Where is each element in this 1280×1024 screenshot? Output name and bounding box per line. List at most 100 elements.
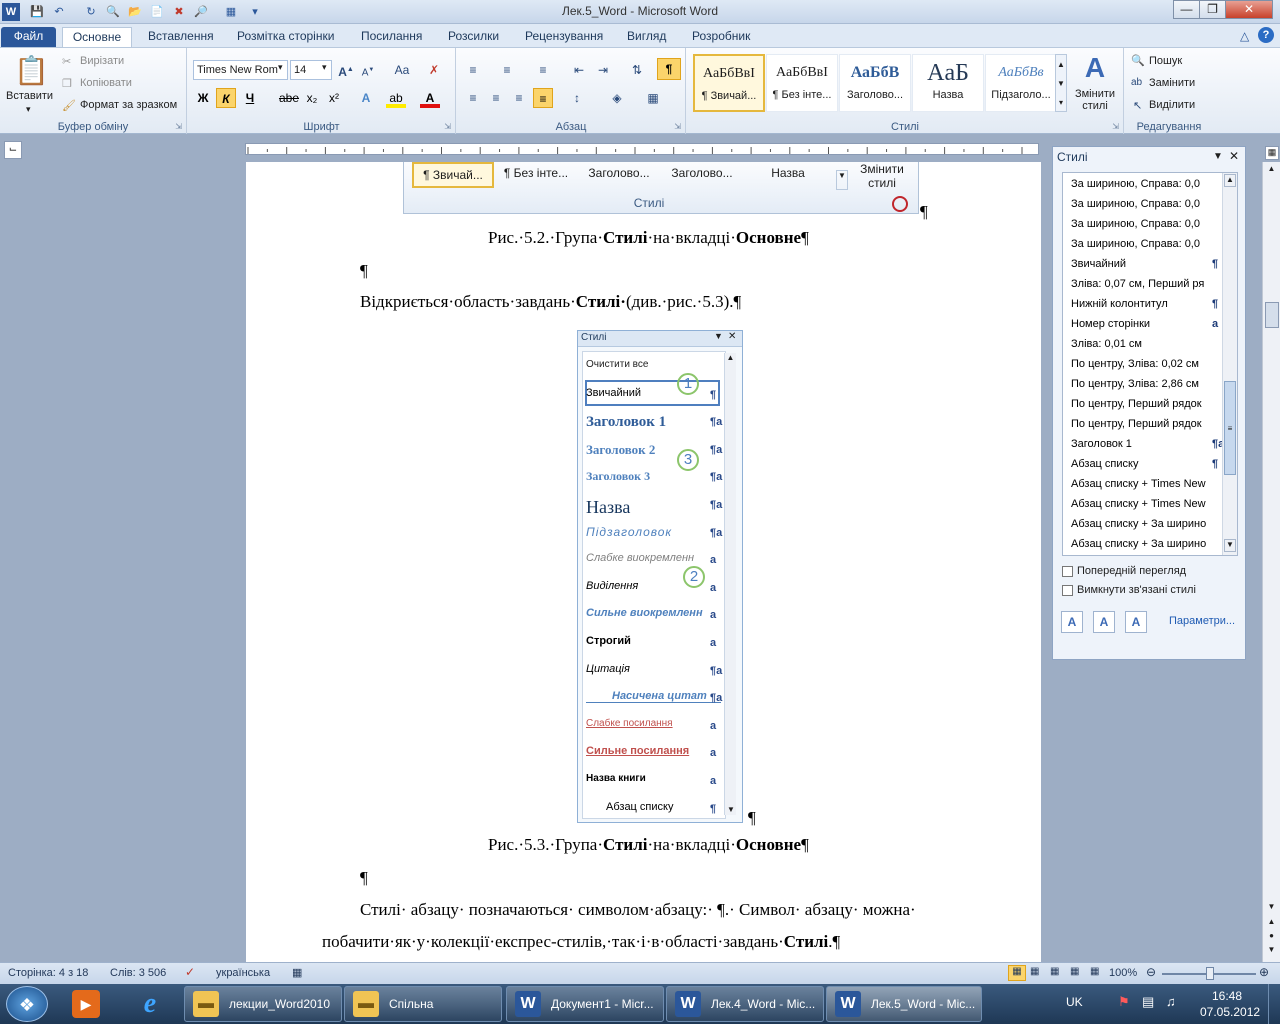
pane-style-item[interactable]: Абзац списку + Times New [1071, 478, 1206, 490]
taskbar-item-folder2[interactable]: ▬ Спільна [344, 986, 502, 1022]
macro-icon[interactable]: ▦ [292, 966, 302, 979]
format-painter-button[interactable]: Формат за зразком [80, 99, 177, 111]
browse-object-icon[interactable]: ● [1264, 931, 1279, 945]
pane-style-item[interactable]: За шириною, Справа: 0,0 [1071, 238, 1206, 250]
pane-style-item[interactable]: Абзац списку + Times New [1071, 498, 1206, 510]
shrink-font-icon[interactable]: A▼ [358, 60, 378, 80]
scroll-up-icon[interactable]: ▲ [1264, 164, 1279, 178]
paragraph-launcher-icon[interactable]: ⇲ [674, 122, 681, 131]
align-left-icon[interactable]: ≡ [463, 88, 483, 108]
taskbar-item-lec4[interactable]: W Лек.4_Word - Mic... [666, 986, 824, 1022]
style-subtitle[interactable]: АаБбВв Підзаголо... [985, 54, 1057, 112]
minimize-ribbon-icon[interactable]: △ [1240, 29, 1249, 43]
proofing-icon[interactable]: ✓ [185, 965, 195, 979]
styles-gallery-scroll[interactable]: ▲ ▼ ▾ [1055, 54, 1067, 112]
close-button[interactable]: ✕ [1225, 0, 1273, 19]
increase-indent-icon[interactable]: ⇥ [593, 60, 613, 80]
pane-style-item[interactable]: За шириною, Справа: 0,0 [1071, 198, 1206, 210]
cut-button[interactable]: Вирізати [80, 55, 124, 67]
pane-style-item[interactable]: По центру, Перший рядок [1071, 398, 1206, 410]
select-button[interactable]: Виділити [1149, 99, 1195, 111]
sort-icon[interactable]: ⇅ [627, 60, 647, 80]
start-button[interactable]: ❖ [6, 986, 48, 1022]
italic-button[interactable]: К [216, 88, 236, 108]
text-effects-icon[interactable]: A [356, 88, 376, 108]
draft-icon[interactable]: ▦ [1090, 966, 1099, 977]
grow-font-icon[interactable]: A▲ [336, 60, 356, 80]
volume-icon[interactable]: ♫ [1166, 994, 1176, 1009]
subscript-button[interactable]: x₂ [302, 88, 322, 108]
borders-icon[interactable]: ▦ [643, 88, 663, 108]
input-language[interactable]: UK [1066, 995, 1083, 1009]
media-player-icon[interactable]: ▶ [72, 990, 100, 1018]
line-spacing-icon[interactable]: ↕ [567, 88, 587, 108]
pane-style-item[interactable]: За шириною, Справа: 0,0 [1071, 178, 1206, 190]
maximize-button[interactable]: ❐ [1199, 0, 1226, 19]
style-title[interactable]: AaБ Назва [912, 54, 984, 112]
tab-references[interactable]: Посилання [355, 27, 428, 48]
tab-mailings[interactable]: Розсилки [442, 27, 505, 48]
replace-button[interactable]: Замінити [1149, 77, 1195, 89]
paste-icon[interactable]: 📋 [14, 52, 49, 90]
outline-icon[interactable]: ▦ [1070, 966, 1079, 977]
vertical-scrollbar[interactable]: ▦ ▲ ▼ ▲ ● ▼ [1262, 146, 1280, 962]
zoom-slider-thumb[interactable] [1206, 967, 1214, 980]
horizontal-ruler[interactable] [245, 143, 1039, 155]
pane-style-item[interactable]: Зліва: 0,01 см [1071, 338, 1206, 350]
clock-time[interactable]: 16:48 [1212, 989, 1242, 1003]
justify-icon[interactable]: ≡ [533, 88, 553, 108]
disable-linked-checkbox[interactable] [1062, 585, 1073, 596]
pane-scroll-up-icon[interactable]: ▲ [1224, 174, 1236, 187]
pane-style-item[interactable]: Звичайний [1071, 258, 1206, 270]
tab-developer[interactable]: Розробник [686, 27, 756, 48]
copy-button[interactable]: Копіювати [80, 77, 132, 89]
pane-scroll-thumb[interactable]: ≡ [1224, 381, 1236, 475]
pane-style-item[interactable]: По центру, Зліва: 0,02 см [1071, 358, 1206, 370]
align-center-icon[interactable]: ≡ [486, 88, 506, 108]
scroll-thumb[interactable] [1265, 302, 1279, 328]
pane-style-item[interactable]: Зліва: 0,07 см, Перший ря [1071, 278, 1206, 290]
highlight-icon[interactable]: ab [386, 88, 406, 108]
pane-scroll-down-icon[interactable]: ▼ [1224, 539, 1236, 552]
pane-close-icon[interactable]: ✕ [1229, 149, 1239, 163]
paste-dropdown-icon[interactable]: ▾ [26, 104, 31, 115]
tab-page-layout[interactable]: Розмітка сторінки [231, 27, 340, 48]
pane-style-item[interactable]: По центру, Зліва: 2,86 см [1071, 378, 1206, 390]
font-launcher-icon[interactable]: ⇲ [444, 122, 451, 131]
new-style-icon[interactable]: A [1061, 611, 1083, 633]
pane-style-item[interactable]: Абзац списку [1071, 458, 1206, 470]
font-name-combo[interactable]: Times New Rom [193, 60, 288, 80]
zoom-out-icon[interactable]: ⊖ [1146, 965, 1156, 979]
view-ruler-icon[interactable]: ▦ [1265, 146, 1279, 160]
taskbar-item-folder1[interactable]: ▬ лекции_Word2010 [184, 986, 342, 1022]
scroll-down-icon[interactable]: ▼ [1264, 902, 1279, 916]
clipboard-launcher-icon[interactable]: ⇲ [175, 122, 182, 131]
language-indicator[interactable]: українська [216, 967, 270, 979]
minimize-button[interactable]: — [1173, 0, 1200, 19]
pane-style-item[interactable]: За шириною, Справа: 0,0 [1071, 218, 1206, 230]
tab-home[interactable]: Основне [62, 27, 132, 48]
decrease-indent-icon[interactable]: ⇤ [569, 60, 589, 80]
paste-button[interactable]: Вставити [6, 90, 53, 102]
next-page-icon[interactable]: ▼ [1264, 945, 1279, 959]
font-size-dropdown-icon[interactable]: ▾ [322, 62, 327, 73]
style-inspector-icon[interactable]: A [1093, 611, 1115, 633]
superscript-button[interactable]: x² [324, 88, 344, 108]
bullets-icon[interactable]: ≡ [463, 60, 483, 80]
tab-view[interactable]: Вигляд [621, 27, 672, 48]
tab-file[interactable]: Файл [1, 27, 56, 48]
manage-styles-icon[interactable]: A [1125, 611, 1147, 633]
underline-button[interactable]: Ч [240, 88, 260, 108]
style-heading-1[interactable]: АаБбВ Заголово... [839, 54, 911, 112]
numbering-icon[interactable]: ≡ [497, 60, 517, 80]
full-screen-icon[interactable]: ▦ [1030, 966, 1039, 977]
show-desktop-button[interactable] [1268, 984, 1280, 1024]
clock-date[interactable]: 07.05.2012 [1200, 1005, 1260, 1019]
shading-icon[interactable]: ◈ [607, 88, 627, 108]
preview-checkbox[interactable] [1062, 566, 1073, 577]
zoom-in-icon[interactable]: ⊕ [1259, 965, 1269, 979]
previous-page-icon[interactable]: ▲ [1264, 917, 1279, 931]
style-normal[interactable]: АаБбВвІ ¶ Звичай... [693, 54, 765, 112]
pane-style-item[interactable]: Номер сторінки [1071, 318, 1206, 330]
pane-style-item[interactable]: По центру, Перший рядок [1071, 418, 1206, 430]
